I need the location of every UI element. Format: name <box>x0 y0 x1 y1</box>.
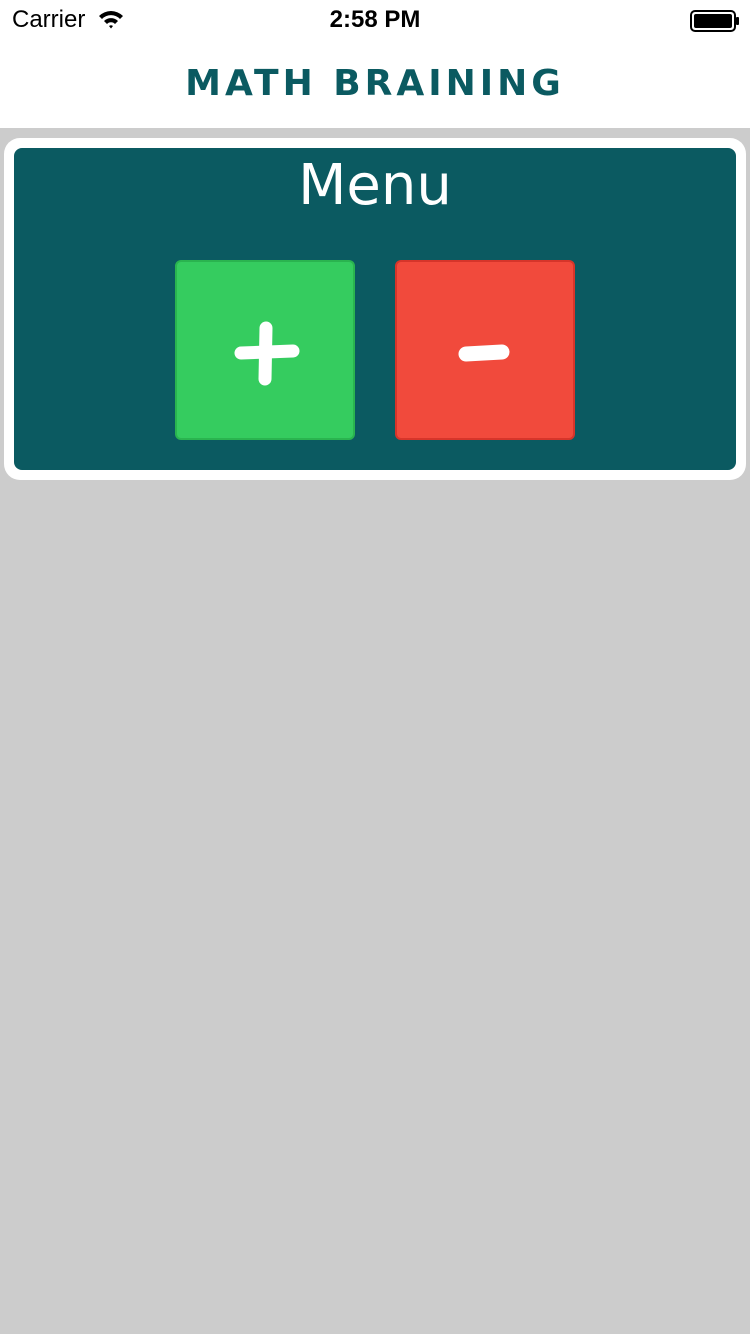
status-bar: Carrier 2:58 PM <box>0 0 750 40</box>
battery-full-icon <box>690 10 740 32</box>
navigation-bar: MATH BRAINING <box>0 40 750 128</box>
app-screen: Carrier 2:58 PM MATH BRAINING Menu + <box>0 0 750 1334</box>
addition-button[interactable]: + <box>175 260 355 440</box>
app-title: MATH BRAINING <box>185 63 565 104</box>
subtraction-button[interactable]: − <box>395 260 575 440</box>
menu-panel: Menu + − <box>14 148 736 470</box>
minus-icon <box>458 344 510 362</box>
status-time: 2:58 PM <box>329 6 421 33</box>
plus-icon <box>234 321 300 386</box>
menu-title: Menu <box>298 153 452 218</box>
menu-card: Menu + − <box>4 138 746 480</box>
